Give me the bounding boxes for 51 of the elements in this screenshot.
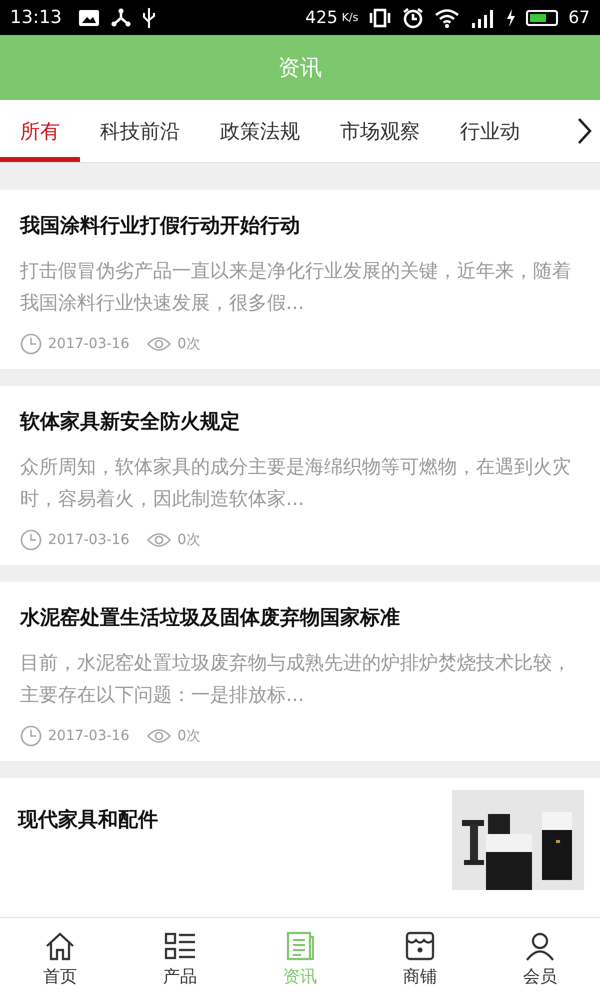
clock-icon — [20, 529, 42, 551]
article-title: 软体家具新安全防火规定 — [20, 408, 241, 435]
shop-icon — [404, 930, 436, 960]
image-icon — [78, 8, 100, 26]
user-icon — [524, 930, 556, 960]
article-card[interactable]: 水泥窑处置生活垃圾及固体废弃物国家标准 目前，水泥窑处置垃圾废弃物与成熟先进的炉排炉焚烧技术比较，主要存在以下问题：一是排放标... 2017-03-16 0次 — [0, 582, 600, 761]
article-title: 水泥窑处置生活垃圾及固体废弃物国家标准 — [20, 604, 401, 631]
battery-percent: 67 — [568, 8, 590, 28]
status-time: 13:13 — [10, 7, 62, 28]
speed-unit: K/s — [342, 11, 358, 24]
article-date: 2017-03-16 — [48, 336, 130, 352]
nav-tab[interactable]: 产品 — [120, 918, 240, 1000]
battery-icon — [526, 10, 558, 26]
document-icon — [284, 930, 316, 960]
view-count: 0次 — [177, 531, 200, 549]
nav-tab[interactable]: 会员 — [480, 918, 600, 1000]
home-icon — [44, 930, 76, 960]
eye-icon — [147, 532, 172, 548]
share-icon — [110, 8, 132, 28]
list-icon — [164, 930, 196, 960]
article-title: 现代家具和配件 — [18, 806, 158, 833]
article-date: 2017-03-16 — [48, 728, 130, 744]
article-card[interactable]: 我国涂料行业打假行动开始行动 打击假冒伪劣产品一直以来是净化行业发展的关键，近年来，随着我国涂料行业快速发展，很多假... 2017-03-16 0次 — [0, 190, 600, 369]
category-tab[interactable]: 所有 — [0, 105, 80, 162]
article-summary: 众所周知，软体家具的成分主要是海绵织物等可燃物，在遇到火灾时，容易着火，因此制造软体家... — [20, 455, 572, 512]
charging-icon — [506, 8, 516, 26]
article-card[interactable]: 软体家具新安全防火规定 众所周知，软体家具的成分主要是海绵织物等可燃物，在遇到火灾时，容易着火，因此制造软体家... 2017-03-16 0次 — [0, 386, 600, 565]
eye-icon — [147, 728, 172, 744]
category-tab[interactable]: 行业动 — [440, 105, 540, 162]
article-card[interactable]: 现代家具和配件 — [0, 778, 600, 917]
eye-icon — [147, 336, 172, 352]
usb-icon — [142, 6, 156, 28]
wifi-icon — [434, 8, 460, 28]
page-title: 资讯 — [278, 54, 322, 82]
chevron-right-icon[interactable] — [576, 117, 592, 145]
view-count: 0次 — [177, 335, 200, 353]
view-count: 0次 — [177, 727, 200, 745]
category-tab[interactable]: 市场观察 — [320, 105, 440, 162]
category-tab[interactable]: 科技前沿 — [80, 105, 200, 162]
article-title: 我国涂料行业打假行动开始行动 — [20, 212, 301, 239]
article-date: 2017-03-16 — [48, 532, 130, 548]
article-summary: 目前，水泥窑处置垃圾废弃物与成熟先进的炉排炉焚烧技术比较，主要存在以下问题：一是排放标... — [20, 651, 572, 708]
category-tab[interactable]: 政策法规 — [200, 105, 320, 162]
article-summary: 打击假冒伪劣产品一直以来是净化行业发展的关键，近年来，随着我国涂料行业快速发展，很多假... — [20, 259, 572, 316]
clock-icon — [20, 725, 42, 747]
vibrate-icon — [368, 8, 392, 28]
clock-icon — [20, 333, 42, 355]
network-speed: 425 — [305, 8, 338, 28]
nav-tab[interactable]: 商铺 — [360, 918, 480, 1000]
alarm-icon — [402, 6, 424, 28]
nav-tab[interactable]: 首页 — [0, 918, 120, 1000]
